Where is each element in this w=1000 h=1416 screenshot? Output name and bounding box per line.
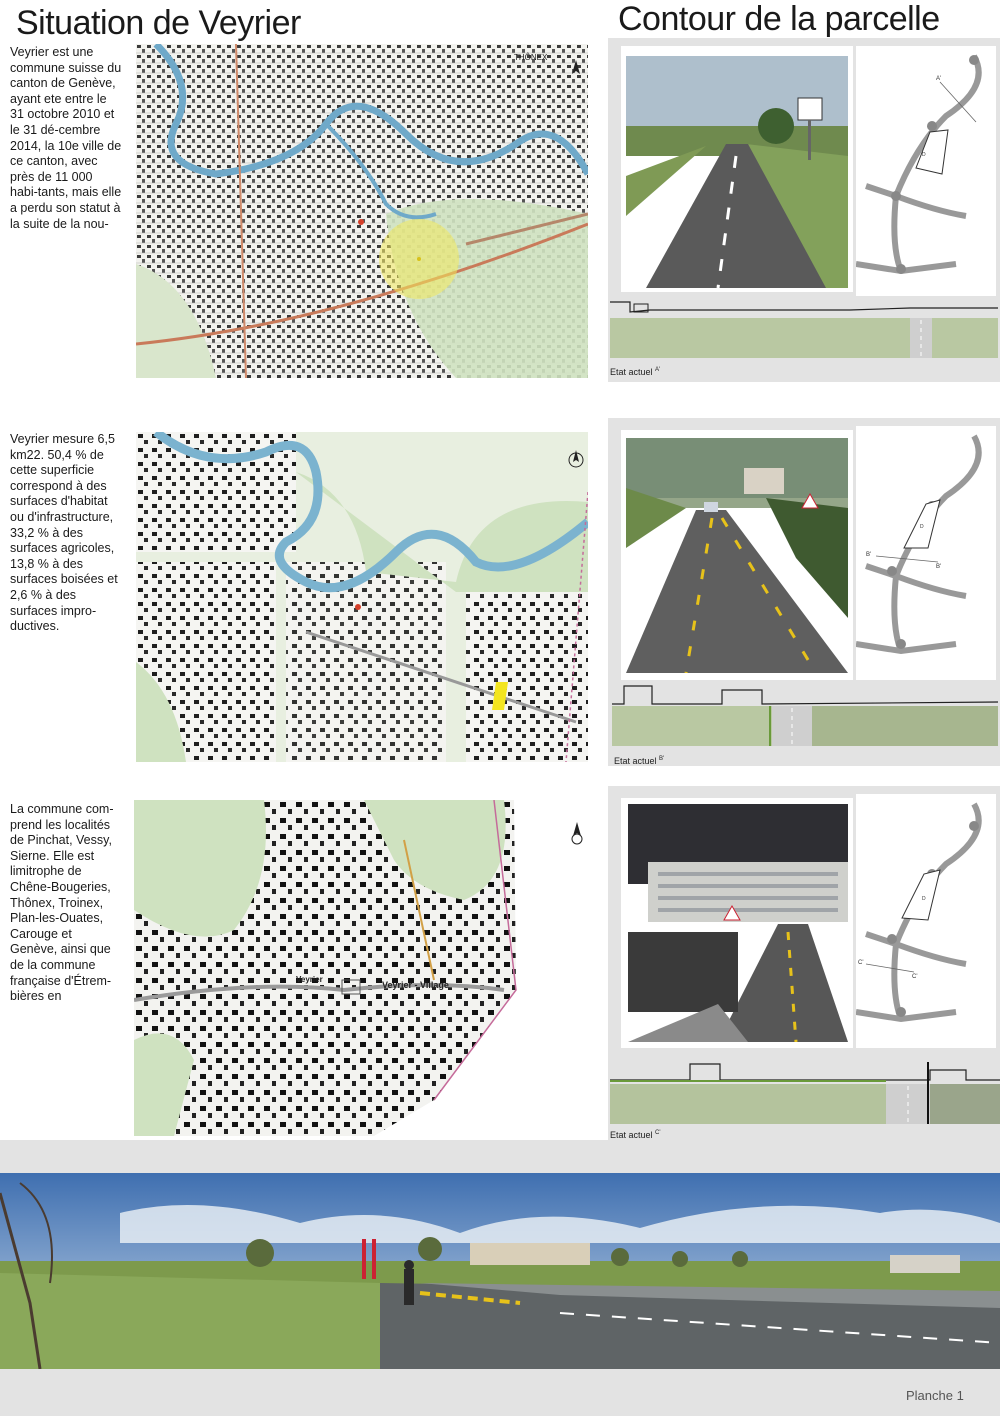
map-label-village: Veyrier - Village (382, 980, 449, 990)
caption-suffix: B' (659, 756, 665, 762)
street-photo-a (626, 56, 848, 288)
caption-suffix: C' (655, 1130, 661, 1136)
caption-text: Etat actuel (610, 1130, 653, 1140)
panorama-photo (0, 1173, 1000, 1369)
map-detail-graphic: Veyrier Veyrier - Village (134, 800, 517, 1136)
plate-number: Planche 1 (906, 1388, 964, 1403)
cut-label: A' (936, 76, 941, 82)
parcel-label: D (922, 152, 926, 158)
paragraph-area: Veyrier mesure 6,5 km22. 50,4 % de cette… (10, 432, 118, 634)
parcel-label: D (920, 524, 924, 530)
left-title: Situation de Veyrier (16, 4, 301, 42)
section-profile-b (612, 682, 999, 748)
cut-label: C' (912, 974, 917, 980)
parcel-label: D (922, 896, 926, 902)
map-local-graphic (136, 432, 588, 762)
paragraph-situation: Veyrier est une commune suisse du canton… (10, 45, 122, 231)
north-arrow-icon (570, 822, 584, 851)
cut-label: B' (936, 564, 941, 570)
section-profile-a (610, 300, 998, 360)
section-caption-a: Etat actuel A' (610, 367, 660, 377)
road-diagram-c: D C' C' (855, 794, 996, 1048)
road-diagram-a: D A' (855, 46, 996, 296)
cut-label: B' (866, 552, 871, 558)
section-caption-b: Etat actuel B' (614, 756, 664, 766)
right-title: Contour de la parcelle (618, 0, 940, 38)
caption-text: Etat actuel (614, 756, 657, 766)
street-photo-b (626, 438, 848, 673)
map-regional: THÔNEX (136, 44, 588, 378)
section-profile-c (610, 1052, 1000, 1128)
map-detail: Veyrier Veyrier - Village (134, 800, 518, 1136)
map-local (136, 432, 588, 762)
street-photo-c (628, 804, 848, 1042)
map-regional-graphic: THÔNEX (136, 44, 588, 378)
caption-suffix: A' (655, 367, 661, 373)
cut-label: C' (858, 960, 863, 966)
map-label-veyrier: Veyrier (296, 975, 323, 984)
map-label-thonex: THÔNEX (514, 53, 548, 62)
section-caption-c: Etat actuel C' (610, 1130, 661, 1140)
paragraph-localities: La commune com-prend les localités de Pi… (10, 802, 114, 1004)
caption-text: Etat actuel (610, 367, 653, 377)
road-diagram-b: D B' B' (855, 426, 996, 680)
